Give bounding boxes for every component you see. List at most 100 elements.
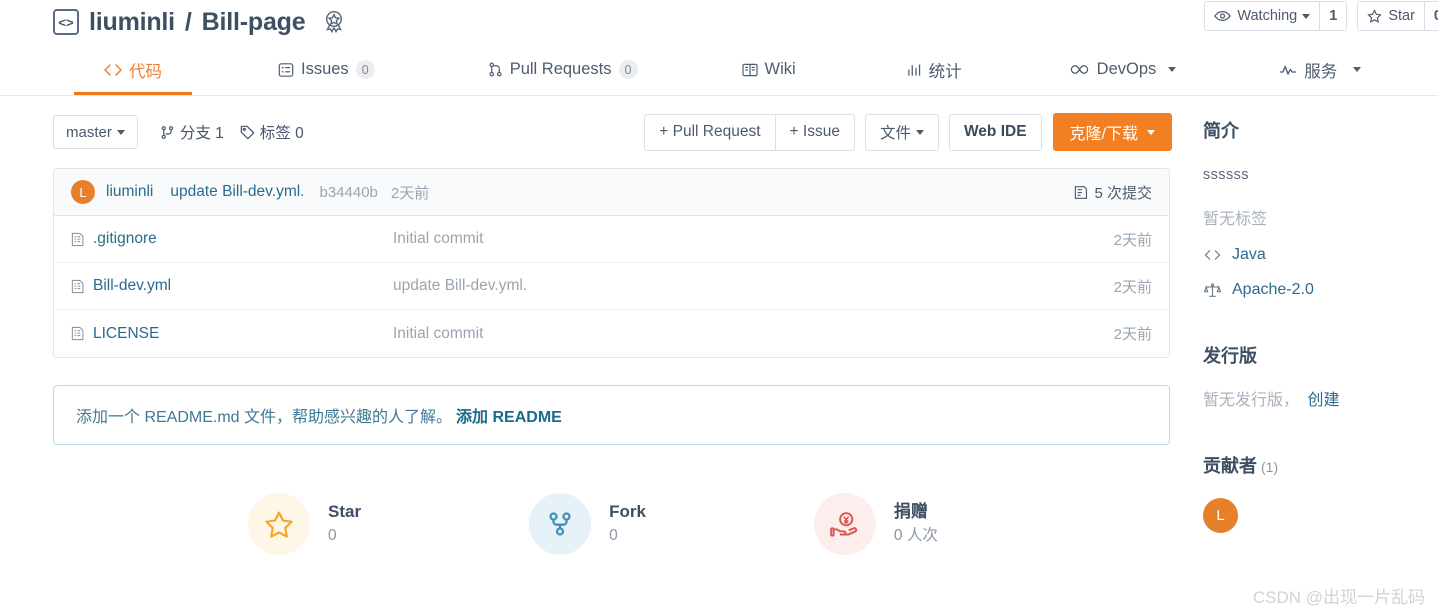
- tab-devops-label: DevOps: [1096, 60, 1157, 78]
- tab-services[interactable]: 服务: [1277, 44, 1363, 95]
- wiki-book-icon: [741, 63, 758, 77]
- new-issue-button[interactable]: + Issue: [775, 113, 855, 151]
- tag-icon: [240, 125, 255, 140]
- table-row[interactable]: Bill-dev.yml update Bill-dev.yml. 2天前: [54, 263, 1169, 310]
- tab-code[interactable]: 代码: [74, 44, 192, 95]
- commit-time: 2天前: [390, 184, 430, 202]
- add-readme-link[interactable]: 添加 README: [456, 403, 562, 427]
- table-row[interactable]: .gitignore Initial commit 2天前: [54, 216, 1169, 263]
- tags-label: 标签 0: [259, 125, 304, 142]
- file-icon: [71, 326, 89, 341]
- branch-selector-label: master: [66, 123, 112, 141]
- intro-section-title: 简介: [1203, 121, 1239, 141]
- chevron-down-icon: [915, 129, 924, 135]
- infinity-icon: [1069, 64, 1090, 75]
- contributors-count: (1): [1261, 459, 1279, 475]
- clone-download-button[interactable]: 克隆/下载: [1052, 113, 1172, 151]
- chevron-down-icon: [1168, 67, 1177, 72]
- file-name-link[interactable]: .gitignore: [93, 230, 393, 248]
- pulse-icon: [1279, 64, 1297, 76]
- fork-action-card[interactable]: Fork 0: [529, 493, 646, 555]
- star-action-label: Star: [328, 501, 362, 521]
- create-release-link[interactable]: 创建: [1307, 392, 1339, 409]
- tab-code-label: 代码: [129, 62, 162, 81]
- releases-empty-row: 暂无发行版， 创建: [1203, 386, 1438, 410]
- eye-icon: [1214, 10, 1232, 22]
- tab-devops[interactable]: DevOps: [1067, 44, 1179, 95]
- contributor-avatar[interactable]: L: [1203, 498, 1238, 533]
- toolbar-actions: + Pull Request + Issue 文件 Web IDE 克隆/下载: [644, 113, 1172, 151]
- tab-statistics-label: 统计: [928, 62, 962, 81]
- tab-pull-requests-count: 0: [618, 60, 638, 79]
- action-cards: Star 0 Fork 0 捐赠 0 人次: [53, 493, 1170, 555]
- latest-commit-bar: L liuminli update Bill-dev.yml. b34440b …: [54, 169, 1169, 216]
- chart-icon: [907, 63, 922, 77]
- repo-owner-link[interactable]: liuminli: [89, 8, 175, 37]
- donate-hand-yen-icon: [813, 493, 876, 555]
- repo-name-link[interactable]: Bill-page: [202, 8, 306, 37]
- star-count[interactable]: 0: [1424, 1, 1438, 31]
- donate-action-value: 0 人次: [893, 526, 938, 544]
- repo-nav-tabs: 代码 Issues 0 Pull Requests 0 Wiki 统计 DevO…: [0, 44, 1438, 96]
- releases-section-title: 发行版: [1203, 346, 1257, 366]
- tags-link[interactable]: 标签 0: [240, 121, 304, 143]
- license-label: Apache-2.0: [1232, 281, 1314, 298]
- language-label: Java: [1232, 246, 1266, 263]
- contributors-title-label: 贡献者: [1203, 456, 1257, 476]
- award-medal-icon: [321, 9, 347, 35]
- file-commit-message: Initial commit: [393, 324, 484, 342]
- code-icon: [1203, 249, 1221, 261]
- chevron-down-icon: [1147, 129, 1155, 135]
- tab-issues[interactable]: Issues 0: [276, 44, 377, 95]
- fork-action-label: Fork: [609, 501, 646, 521]
- commits-count-link[interactable]: 5 次提交: [1074, 182, 1152, 203]
- star-action-card[interactable]: Star 0: [248, 493, 361, 555]
- file-commit-message: update Bill-dev.yml.: [393, 277, 528, 294]
- watch-count[interactable]: 1: [1320, 1, 1348, 31]
- branches-label: 分支 1: [179, 125, 224, 142]
- tab-pull-requests[interactable]: Pull Requests 0: [486, 44, 640, 95]
- tab-wiki[interactable]: Wiki: [740, 44, 798, 95]
- file-updated-time: 2天前: [1113, 326, 1152, 343]
- files-dropdown-button[interactable]: 文件: [864, 113, 939, 151]
- branches-link[interactable]: 分支 1: [160, 121, 224, 143]
- tab-wiki-label: Wiki: [764, 60, 796, 78]
- new-pull-request-button[interactable]: + Pull Request: [644, 113, 776, 151]
- star-outline-icon: [1367, 8, 1383, 24]
- repo-description: ssssss: [1203, 167, 1249, 183]
- sidebar-item-language[interactable]: Java: [1203, 246, 1438, 264]
- file-name-link[interactable]: LICENSE: [93, 325, 393, 343]
- watermark: CSDN @出现一片乱码: [1252, 588, 1425, 607]
- repository-page: <> liuminli / Bill-page Watching 1 Star …: [0, 0, 1438, 613]
- avatar[interactable]: L: [71, 180, 95, 204]
- scale-balance-icon: [1203, 282, 1221, 298]
- star-icon: [248, 493, 310, 555]
- repo-title-separator: /: [184, 7, 192, 36]
- star-button[interactable]: Star: [1357, 1, 1425, 31]
- tab-pull-requests-label: Pull Requests: [509, 60, 612, 78]
- header-actions: Watching 1 Star 0: [1204, 1, 1438, 31]
- table-row[interactable]: LICENSE Initial commit 2天前: [54, 310, 1169, 357]
- file-icon: [71, 279, 89, 294]
- branch-selector[interactable]: master: [53, 115, 138, 149]
- star-label: Star: [1388, 8, 1415, 24]
- code-brackets-icon: <>: [53, 9, 79, 35]
- commit-sha[interactable]: b34440b: [319, 184, 377, 201]
- tab-services-label: 服务: [1304, 62, 1338, 81]
- content-column: master 分支 1 标签 0 + Pull Request + Issue …: [53, 96, 1172, 555]
- donate-action-card[interactable]: 捐赠 0 人次: [813, 493, 938, 555]
- commit-message-link[interactable]: update Bill-dev.yml.: [170, 183, 304, 201]
- watch-button[interactable]: Watching: [1204, 1, 1321, 31]
- sidebar-item-license[interactable]: Apache-2.0: [1203, 281, 1438, 299]
- no-tags-text: 暂无标签: [1203, 211, 1268, 228]
- web-ide-button[interactable]: Web IDE: [948, 113, 1042, 151]
- repo-toolbar: master 分支 1 标签 0 + Pull Request + Issue …: [53, 96, 1172, 168]
- fork-icon: [529, 493, 592, 555]
- watch-label: Watching: [1237, 8, 1298, 24]
- tab-statistics[interactable]: 统计: [905, 44, 964, 95]
- file-name-link[interactable]: Bill-dev.yml: [93, 277, 393, 295]
- commit-author-link[interactable]: liuminli: [106, 183, 153, 201]
- file-commit-message: Initial commit: [393, 230, 484, 247]
- code-icon: [104, 63, 122, 77]
- issue-icon: [278, 62, 294, 78]
